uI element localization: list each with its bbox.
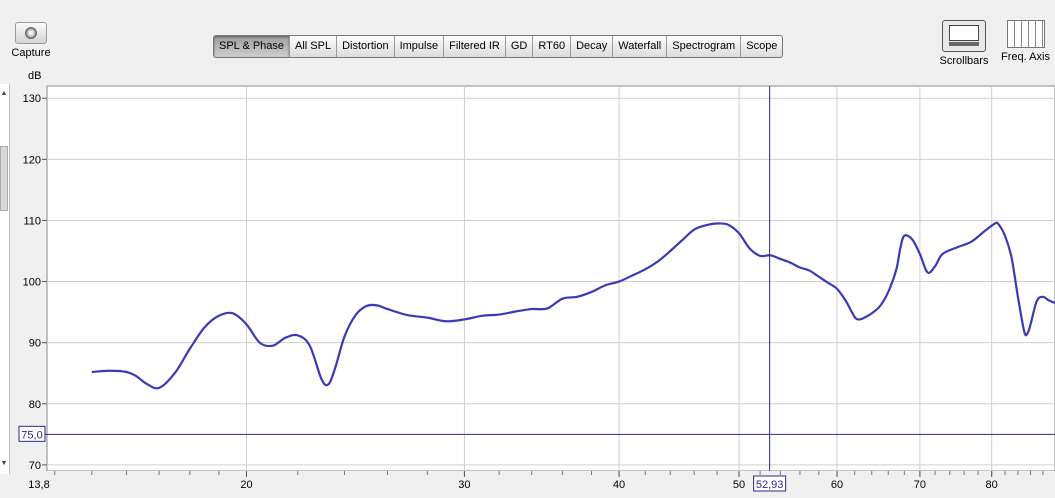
tab-impulse[interactable]: Impulse — [395, 36, 445, 57]
x-tick-label: 40 — [613, 479, 625, 491]
toolbar: Capture SPL & Phase All SPL Distortion I… — [0, 0, 1055, 84]
y-tick-label: 110 — [23, 215, 41, 227]
tab-scope[interactable]: Scope — [741, 36, 782, 57]
tab-decay[interactable]: Decay — [571, 36, 614, 57]
capture-button[interactable]: Capture — [10, 22, 52, 59]
scrollbars-label: Scrollbars — [939, 55, 989, 67]
cursor-x-label: 52,93 — [756, 479, 784, 491]
y-tick-label: 130 — [23, 93, 41, 105]
cursor-y-label: 75,0 — [21, 429, 42, 441]
x-tick-label: 20 — [240, 479, 252, 491]
tab-all-spl[interactable]: All SPL — [290, 36, 338, 57]
y-tick-label: 100 — [23, 277, 41, 289]
plot-area[interactable] — [46, 85, 1055, 472]
tab-waterfall[interactable]: Waterfall — [613, 36, 668, 57]
tab-rt60[interactable]: RT60 — [533, 36, 572, 57]
y-axis-unit: dB — [28, 70, 42, 82]
x-axis-strip — [47, 471, 1055, 498]
y-tick-label: 90 — [29, 338, 41, 350]
freq-axis-button[interactable]: Freq. Axis — [998, 20, 1053, 63]
x-tick-label: 50 — [733, 479, 745, 491]
tab-distortion[interactable]: Distortion — [337, 36, 395, 57]
x-start-label: 13,8 — [28, 479, 49, 491]
camera-icon — [15, 22, 47, 44]
x-tick-label: 70 — [914, 479, 926, 491]
tab-spectrogram[interactable]: Spectrogram — [667, 36, 742, 57]
scrollbars-icon — [942, 20, 986, 52]
y-tick-label: 80 — [29, 399, 41, 411]
x-tick-label: 60 — [831, 479, 843, 491]
y-tick-label: 120 — [23, 154, 41, 166]
y-tick-label: 70 — [29, 460, 41, 472]
x-tick-label: 80 — [986, 479, 998, 491]
scrollbars-button[interactable]: Scrollbars — [938, 20, 990, 67]
tab-spl-phase[interactable]: SPL & Phase — [214, 36, 291, 57]
capture-label: Capture — [11, 47, 51, 59]
x-tick-label: 30 — [458, 479, 470, 491]
freq-axis-label: Freq. Axis — [1001, 51, 1050, 63]
view-tabs: SPL & Phase All SPL Distortion Impulse F… — [213, 35, 784, 58]
tab-filtered-ir[interactable]: Filtered IR — [444, 36, 506, 57]
tab-gd[interactable]: GD — [506, 36, 534, 57]
freq-axis-icon — [1006, 20, 1045, 48]
spl-chart[interactable]: 70 80 90 100 110 120 130 20 30 40 50 60 70 80 13,8 75,0… — [0, 84, 1055, 498]
